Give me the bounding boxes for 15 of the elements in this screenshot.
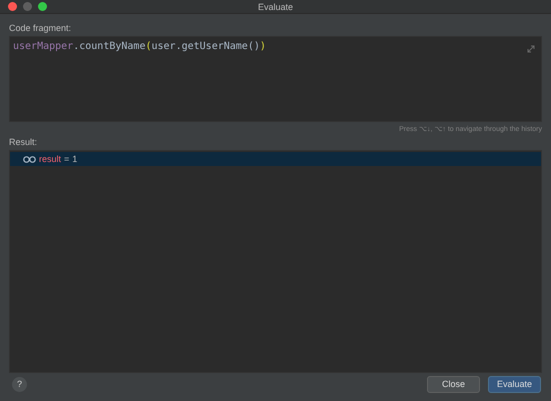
code-editor[interactable]: userMapper.countByName(user.getUserName()) — [9, 36, 542, 122]
variable-name: result — [39, 154, 62, 164]
evaluate-button[interactable]: Evaluate — [488, 376, 541, 393]
equals-sign: = — [64, 154, 70, 164]
result-row[interactable]: result = 1 — [10, 152, 541, 166]
variable-value: 1 — [72, 154, 78, 164]
zoom-window-icon[interactable] — [38, 2, 47, 12]
result-label: Result: — [9, 137, 38, 148]
window-title: Evaluate — [258, 2, 294, 12]
close-button[interactable]: Close — [427, 376, 480, 393]
watch-icon — [23, 156, 36, 163]
code-fragment-label: Code fragment: — [9, 23, 72, 34]
close-window-icon[interactable] — [8, 2, 17, 12]
expand-icon[interactable] — [527, 45, 535, 54]
help-button[interactable]: ? — [12, 376, 27, 392]
